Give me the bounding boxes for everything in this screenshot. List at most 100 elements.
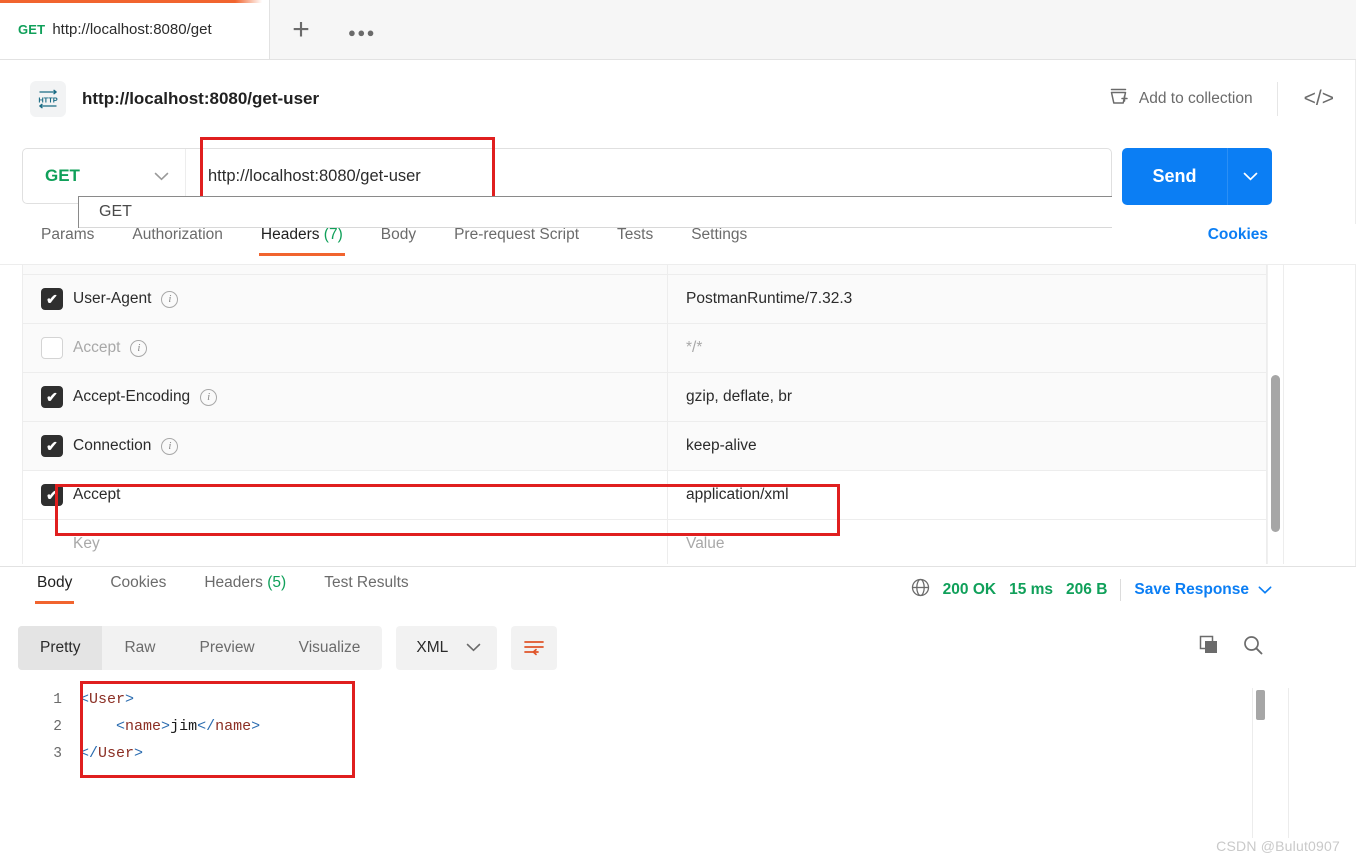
http-protocol-icon: HTTP	[30, 81, 66, 117]
header-enabled-checkbox[interactable]: ✔	[41, 484, 63, 506]
header-value-cell[interactable]: gzip, deflate, br	[668, 373, 1266, 421]
response-tab-headers-count: (5)	[267, 574, 287, 591]
tab-authorization[interactable]: Authorization	[113, 224, 241, 256]
info-icon[interactable]: i	[161, 437, 179, 455]
header-key-cell[interactable]: Accept i	[23, 324, 668, 372]
header-value-cell[interactable]: Value	[668, 520, 1266, 564]
tab-method-label: GET	[18, 22, 46, 37]
code-token: <	[80, 691, 90, 708]
send-button[interactable]: Send	[1122, 148, 1227, 205]
tab-params[interactable]: Params	[22, 224, 113, 256]
save-response-button[interactable]: Save Response	[1134, 581, 1272, 599]
header-key-cell[interactable]: ✔ User-Agent i	[23, 275, 668, 323]
tab-pre-request-script-label: Pre-request Script	[454, 226, 580, 243]
tab-options-button[interactable]: ●●●	[332, 0, 392, 59]
send-options-button[interactable]	[1227, 148, 1272, 205]
header-key-cell[interactable]: ✔ Accept-Encoding i	[23, 373, 668, 421]
response-scrollbar-thumb[interactable]	[1256, 690, 1265, 720]
line-number: 1	[53, 691, 62, 708]
code-token: >	[125, 691, 135, 708]
response-tab-test-results-label: Test Results	[324, 574, 409, 591]
table-row[interactable]: ✔ Connection i keep-alive	[23, 422, 1266, 471]
header-key-label: Accept-Encoding	[73, 388, 191, 405]
copy-icon[interactable]	[1198, 634, 1220, 656]
code-token: >	[251, 718, 261, 735]
method-dropdown-option-label: GET	[99, 203, 132, 220]
table-row[interactable]: Key Value	[23, 520, 1266, 564]
format-pretty[interactable]: Pretty	[18, 626, 103, 670]
tab-pre-request-script[interactable]: Pre-request Script	[435, 224, 598, 256]
code-token: User	[89, 691, 126, 708]
header-key-cell[interactable]: ✔ Accept	[23, 471, 668, 519]
save-response-label: Save Response	[1134, 581, 1249, 598]
tab-strip: GET http://localhost:8080/get + ●●●	[0, 0, 1356, 60]
tab-settings[interactable]: Settings	[672, 224, 766, 256]
header-enabled-checkbox[interactable]: ✔	[41, 386, 63, 408]
chevron-down-icon	[1258, 581, 1272, 599]
response-tab-test-results[interactable]: Test Results	[305, 572, 427, 604]
search-icon[interactable]	[1242, 634, 1264, 656]
tab-headers[interactable]: Headers (7)	[242, 224, 362, 256]
code-token: </	[197, 718, 216, 735]
code-text: </User>	[80, 745, 143, 762]
save-collection-icon	[1108, 86, 1129, 112]
table-row[interactable]: ✔ Accept application/xml	[23, 471, 1266, 520]
table-row[interactable]: Accept i */*	[23, 324, 1266, 373]
header-enabled-checkbox[interactable]	[41, 337, 63, 359]
header-value-cell[interactable]: application/xml	[668, 471, 1266, 519]
code-brackets-icon[interactable]: </>	[1276, 82, 1334, 116]
header-key-label: Accept	[73, 339, 121, 356]
tab-tests-label: Tests	[617, 226, 654, 243]
tab-body[interactable]: Body	[362, 224, 435, 256]
response-status-bar: 200 OK 15 ms 206 B Save Response	[911, 578, 1272, 602]
code-text: <User>	[80, 691, 134, 708]
line-number: 2	[53, 718, 62, 735]
info-icon[interactable]: i	[200, 388, 218, 406]
header-key-label: Accept	[73, 486, 121, 503]
format-raw[interactable]: Raw	[102, 626, 177, 670]
method-dropdown-option-get[interactable]: GET	[79, 197, 259, 228]
response-time: 15 ms	[1009, 581, 1054, 598]
header-value-cell[interactable]: PostmanRuntime/7.32.3	[668, 275, 1266, 323]
header-value-cell[interactable]: keep-alive	[668, 422, 1266, 470]
code-line: 3 </User>	[0, 740, 1356, 767]
status-code: 200 OK	[942, 581, 997, 598]
cookies-link[interactable]: Cookies	[1208, 224, 1268, 244]
info-icon[interactable]: i	[161, 290, 179, 308]
code-token: name	[215, 718, 252, 735]
page-title: http://localhost:8080/get-user	[82, 89, 320, 108]
response-body-code[interactable]: 1 <User> 2 <name>jim</name> 3 </User>	[0, 686, 1356, 826]
tab-tests[interactable]: Tests	[598, 224, 672, 256]
method-dropdown-divider	[259, 227, 1112, 228]
response-format-tabs: Pretty Raw Preview Visualize	[18, 626, 383, 670]
globe-icon	[911, 578, 930, 602]
format-preview[interactable]: Preview	[178, 626, 277, 670]
info-icon[interactable]: i	[130, 339, 148, 357]
header-enabled-checkbox[interactable]: ✔	[41, 435, 63, 457]
code-token: jim	[170, 718, 198, 735]
add-to-collection-button[interactable]: Add to collection	[1108, 86, 1277, 112]
header-key-cell[interactable]: ✔ Connection i	[23, 422, 668, 470]
url-input[interactable]: http://localhost:8080/get-user	[186, 149, 1111, 203]
response-tab-cookies[interactable]: Cookies	[91, 572, 185, 604]
method-dropdown-panel: GET	[78, 196, 1112, 228]
table-row[interactable]: ✔ User-Agent i PostmanRuntime/7.32.3	[23, 275, 1266, 324]
new-tab-button[interactable]: +	[270, 0, 332, 59]
header-enabled-checkbox[interactable]: ✔	[41, 288, 63, 310]
header-key-cell[interactable]: Key	[23, 520, 668, 564]
response-tab-headers[interactable]: Headers (5)	[185, 572, 305, 604]
header-value-cell[interactable]: */*	[668, 324, 1266, 372]
response-size: 206 B	[1066, 581, 1108, 598]
tab-body-label: Body	[380, 226, 417, 243]
table-row[interactable]: ✔ Accept-Encoding i gzip, deflate, br	[23, 373, 1266, 422]
watermark: CSDN @Bulut0907	[1216, 838, 1340, 854]
request-tab[interactable]: GET http://localhost:8080/get	[0, 0, 270, 59]
format-visualize[interactable]: Visualize	[277, 626, 383, 670]
response-tab-body[interactable]: Body	[18, 572, 91, 604]
request-tabs: Params Authorization Headers (7) Body Pr…	[0, 224, 1356, 265]
word-wrap-icon[interactable]	[511, 626, 558, 670]
headers-scrollbar-thumb[interactable]	[1271, 375, 1280, 532]
language-select[interactable]: XML	[396, 626, 498, 670]
http-method-select[interactable]: GET	[23, 149, 186, 203]
chevron-down-icon	[466, 639, 481, 657]
